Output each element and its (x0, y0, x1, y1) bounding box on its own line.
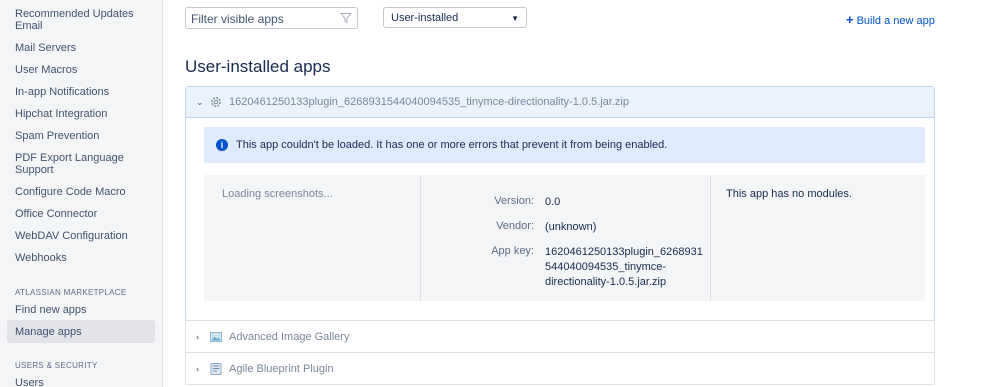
chevron-down-icon: ▼ (511, 14, 519, 23)
sidebar-section-atlassian-marketplace: ATLASSIAN MARKETPLACE (15, 288, 127, 297)
error-message: i This app couldn't be loaded. It has on… (204, 127, 925, 163)
sidebar-item-users[interactable]: Users (15, 377, 155, 387)
chevron-right-icon[interactable]: › (196, 332, 199, 342)
app-card-header[interactable]: ⌄ 1620461250133plugin_626893154404009453… (186, 87, 934, 118)
no-modules-text: This app has no modules. (726, 188, 852, 200)
app-key-label: App key: (491, 245, 534, 257)
app-key-line-2: 544040094535_tinymce- (545, 261, 667, 273)
sidebar-item-find-new-apps[interactable]: Find new apps (15, 304, 155, 316)
loading-screenshots-text: Loading screenshots... (222, 188, 333, 200)
sidebar-item-in-app-notifications[interactable]: In-app Notifications (15, 86, 155, 98)
vendor-label: Vendor: (496, 220, 534, 232)
chevron-right-icon[interactable]: › (196, 364, 199, 374)
chevron-down-icon[interactable]: ⌄ (196, 97, 204, 108)
page-title: User-installed apps (185, 57, 331, 76)
sidebar-item-mail-servers[interactable]: Mail Servers (15, 42, 155, 54)
app-name: 1620461250133plugin_6268931544040094535_… (229, 96, 629, 108)
sidebar-item-webdav-configuration[interactable]: WebDAV Configuration (15, 230, 155, 242)
vendor-value: (unknown) (545, 221, 597, 233)
column-divider (710, 175, 711, 301)
sidebar-item-spam-prevention[interactable]: Spam Prevention (15, 130, 155, 142)
sidebar-item-office-connector[interactable]: Office Connector (15, 208, 155, 220)
build-new-app-label: Build a new app (856, 15, 935, 27)
sidebar-item-manage-apps[interactable]: Manage apps (15, 326, 155, 338)
sidebar-section-users-security: USERS & SECURITY (15, 361, 98, 370)
info-icon: i (216, 139, 228, 151)
app-type-select-value: User-installed (391, 12, 459, 24)
app-name: Agile Blueprint Plugin (229, 363, 334, 375)
error-message-text: This app couldn't be loaded. It has one … (236, 139, 668, 151)
app-row[interactable]: › Advanced Image Gallery (185, 320, 935, 353)
sidebar-item-hipchat-integration[interactable]: Hipchat Integration (15, 108, 155, 120)
app-name: Advanced Image Gallery (229, 331, 350, 343)
sidebar-item-pdf-export-language-support[interactable]: PDF Export Language Support (15, 152, 155, 176)
filter-apps-input[interactable] (191, 11, 331, 26)
blueprint-icon (210, 363, 222, 375)
version-value: 0.0 (545, 196, 561, 208)
admin-sidebar: Recommended Updates Email Mail Servers U… (0, 0, 163, 387)
app-key-line-1: 1620461250133plugin_6268931 (545, 246, 703, 258)
app-row[interactable]: › Agile Blueprint Plugin (185, 352, 935, 385)
sidebar-item-user-macros[interactable]: User Macros (15, 64, 155, 76)
column-divider (420, 175, 421, 301)
sidebar-item-webhooks[interactable]: Webhooks (15, 252, 155, 264)
funnel-icon (340, 13, 352, 24)
build-new-app-link[interactable]: + Build a new app (846, 12, 935, 27)
version-label: Version: (494, 195, 534, 207)
sidebar-item-configure-code-macro[interactable]: Configure Code Macro (15, 186, 155, 198)
app-key-line-3: directionality-1.0.5.jar.zip (545, 276, 667, 288)
app-type-select[interactable]: User-installed ▼ (383, 7, 527, 28)
sidebar-item-recommended-updates-email[interactable]: Recommended Updates Email (15, 8, 155, 32)
app-card-expanded: ⌄ 1620461250133plugin_626893154404009453… (185, 86, 935, 321)
filter-apps-field[interactable] (185, 7, 358, 29)
app-details-panel: Loading screenshots... Version: 0.0 Vend… (204, 175, 925, 301)
image-gallery-icon (210, 332, 222, 342)
plus-icon: + (846, 12, 854, 27)
gear-icon (211, 97, 221, 107)
